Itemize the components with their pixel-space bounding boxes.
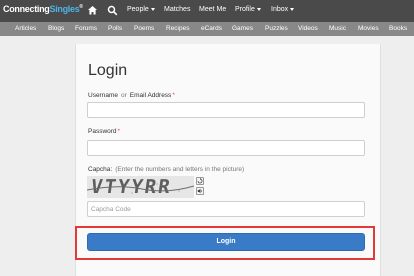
username-label-text: Username <box>88 92 118 99</box>
search-icon[interactable] <box>107 5 118 16</box>
subnav-item[interactable]: Poems <box>134 25 154 32</box>
chevron-down-icon <box>256 7 261 11</box>
or-text: or <box>120 92 127 99</box>
captcha-hint: (Enter the numbers and letters in the pi… <box>115 166 245 173</box>
required-mark: * <box>172 92 175 99</box>
required-mark: * <box>117 128 121 135</box>
nav-matches[interactable]: Matches <box>164 6 190 13</box>
nav-inbox-label: Inbox <box>271 6 289 13</box>
refresh-icon <box>197 178 203 184</box>
password-input[interactable] <box>87 140 365 156</box>
login-button[interactable]: Login <box>87 233 365 251</box>
subnav-item[interactable]: Movies <box>358 25 379 32</box>
captcha-label: Capcha: (Enter the numbers and letters in… <box>88 166 244 173</box>
password-label-text: Password <box>88 128 117 135</box>
chevron-down-icon <box>290 7 295 11</box>
password-label: Password* <box>88 128 120 135</box>
subnav-item[interactable]: Videos <box>298 25 318 32</box>
nav-profile-label: Profile <box>235 6 255 13</box>
subnav-item[interactable]: Polls <box>108 25 122 32</box>
nav-matches-label: Matches <box>164 6 191 13</box>
page-title: Login <box>88 62 128 79</box>
logo-accent-text: Singles <box>49 4 80 14</box>
logo-main-text: Connecting <box>3 4 50 14</box>
nav-profile[interactable]: Profile <box>235 6 261 13</box>
nav-people[interactable]: People <box>127 6 155 13</box>
captcha-audio-button[interactable] <box>196 187 204 195</box>
chevron-down-icon <box>150 7 155 11</box>
top-navbar: ConnectingSingles® People Matches Meet M… <box>0 0 414 22</box>
subnav-item[interactable]: Recipes <box>166 25 189 32</box>
subnav-item[interactable]: Music <box>329 25 346 32</box>
subnav-item[interactable]: Blogs <box>48 25 64 32</box>
username-label: Username or Email Address* <box>88 92 175 99</box>
nav-inbox[interactable]: Inbox <box>271 6 295 13</box>
subnav-item[interactable]: Books <box>389 25 407 32</box>
home-icon[interactable] <box>87 5 98 16</box>
subnav-item[interactable]: Articles <box>15 25 36 32</box>
sub-navbar: Articles Blogs Forums Polls Poems Recipe… <box>0 22 414 36</box>
subnav-item[interactable]: Games <box>232 25 253 32</box>
subnav-item[interactable]: eCards <box>201 25 222 32</box>
captcha-overlay <box>87 185 194 192</box>
username-input[interactable] <box>87 102 365 118</box>
subnav-item[interactable]: Forums <box>75 25 97 32</box>
logo-registered-mark: ® <box>79 4 83 10</box>
speaker-icon <box>197 188 202 194</box>
nav-meet-me-label: Meet Me <box>199 6 227 13</box>
captcha-code-input[interactable] <box>87 201 365 217</box>
nav-meet-me[interactable]: Meet Me <box>199 6 226 13</box>
nav-people-label: People <box>127 6 149 13</box>
site-logo[interactable]: ConnectingSingles® <box>3 4 83 14</box>
captcha-image: VTYYRR <box>87 176 194 198</box>
captcha-label-text: Capcha: <box>88 166 113 173</box>
captcha-refresh-button[interactable] <box>196 177 204 185</box>
subnav-item[interactable]: Puzzles <box>265 25 288 32</box>
email-label-text: Email Address <box>129 92 172 99</box>
